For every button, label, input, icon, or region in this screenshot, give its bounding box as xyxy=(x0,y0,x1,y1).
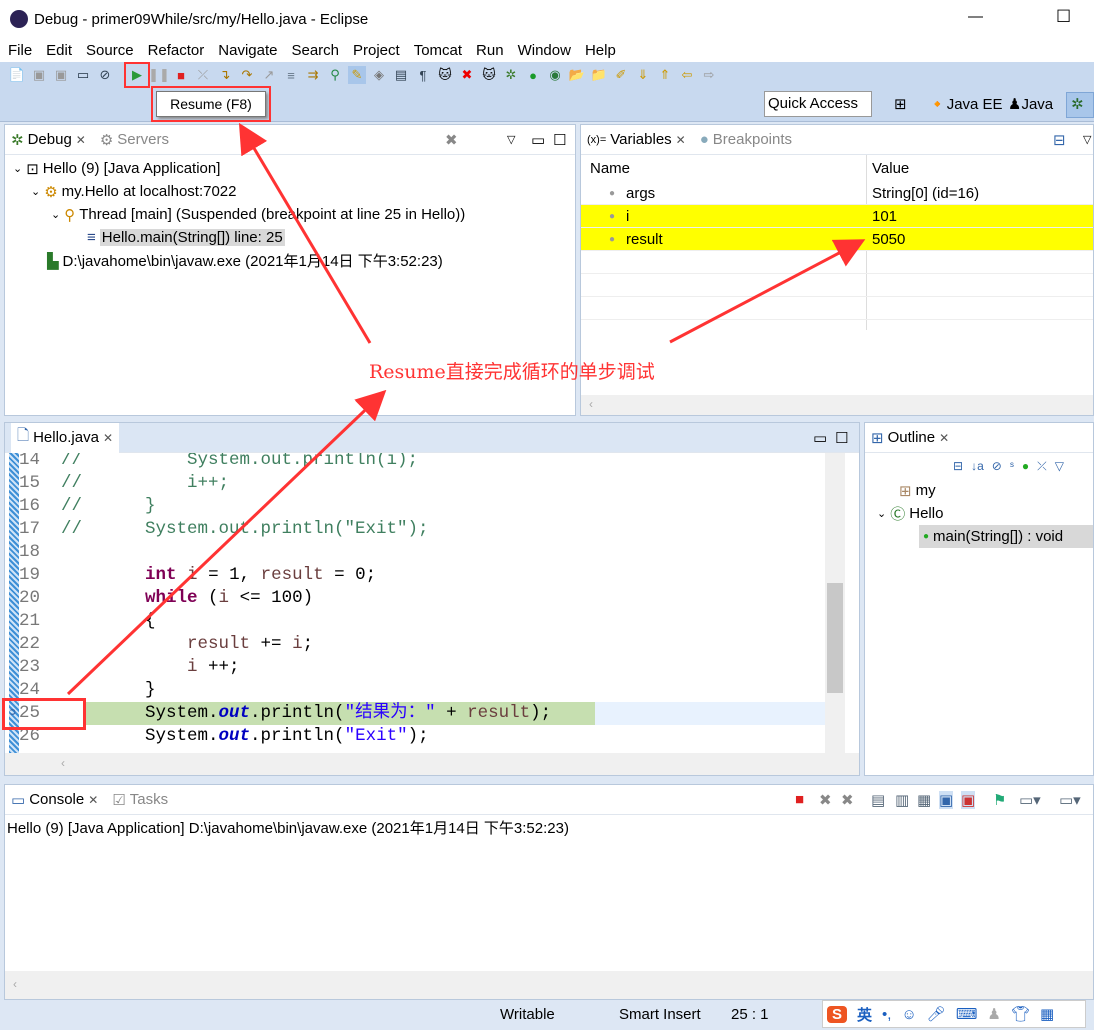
arrow-to-line25 xyxy=(66,389,387,696)
annotation-text: Resume直接完成循环的单步调试 xyxy=(369,361,655,383)
annotation-arrows xyxy=(66,122,866,696)
arrow-to-tooltip xyxy=(238,122,372,344)
arrow-to-variables xyxy=(669,239,866,344)
